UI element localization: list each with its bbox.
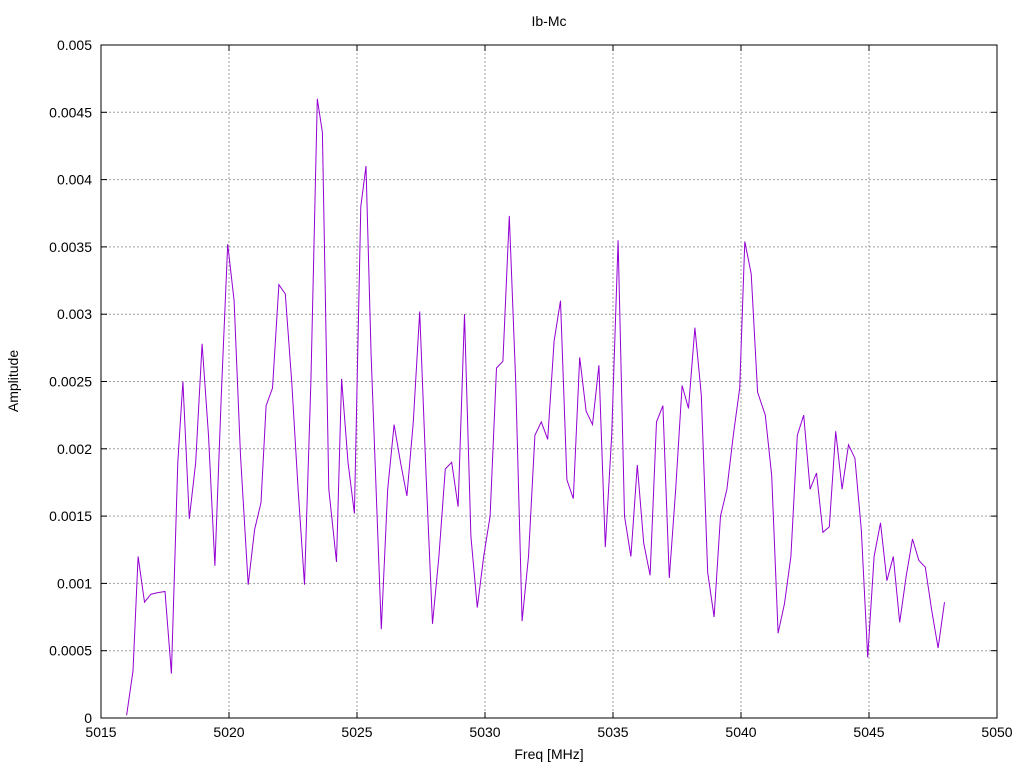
x-tick-label: 5045 <box>853 724 884 740</box>
x-tick-label: 5030 <box>469 724 500 740</box>
x-tick-label: 5025 <box>341 724 372 740</box>
y-tick-label: 0.003 <box>57 306 92 322</box>
x-tick-label: 5040 <box>725 724 756 740</box>
x-tick-label: 5050 <box>981 724 1012 740</box>
y-tick-label: 0.0025 <box>49 374 92 390</box>
x-axis-label: Freq [MHz] <box>514 746 583 762</box>
y-tick-label: 0.0045 <box>49 104 92 120</box>
x-tick-label: 5035 <box>597 724 628 740</box>
line-chart: 5015 5020 5025 5030 5035 5040 5045 5050 0 0.0005… <box>0 0 1024 768</box>
y-tick-label: 0.0015 <box>49 508 92 524</box>
x-tick-label: 5015 <box>85 724 116 740</box>
y-tick-label: 0.001 <box>57 575 92 591</box>
y-tick-label: 0 <box>84 710 92 726</box>
chart-background <box>0 0 1024 768</box>
y-tick-label: 0.0035 <box>49 239 92 255</box>
y-axis-label: Amplitude <box>5 350 21 412</box>
y-tick-label: 0.004 <box>57 172 92 188</box>
y-tick-label: 0.005 <box>57 37 92 53</box>
y-tick-label: 0.002 <box>57 441 92 457</box>
chart-title: Ib-Mc <box>532 13 567 29</box>
x-tick-label: 5020 <box>213 724 244 740</box>
y-tick-label: 0.0005 <box>49 643 92 659</box>
